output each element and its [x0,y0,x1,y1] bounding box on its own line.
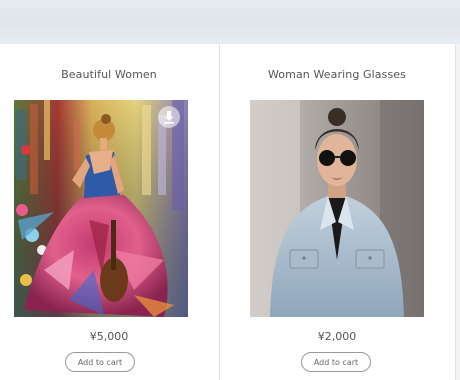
product-card: Woman Wearing Glasses ¥2,000 Add to cart [219,44,455,380]
product-price: ¥5,000 [89,330,129,343]
painting-woman-dancer-image [14,100,188,317]
product-card: Beautiful Women ¥5,000 Add to cart [0,44,227,380]
product-image[interactable] [250,100,424,317]
page-edge [456,44,460,380]
product-image[interactable] [14,100,188,317]
header-band [0,0,460,44]
add-to-cart-button[interactable]: Add to cart [65,352,135,372]
download-icon[interactable] [158,106,180,128]
product-title: Woman Wearing Glasses [267,68,407,81]
add-to-cart-button[interactable]: Add to cart [301,352,371,372]
photo-woman-sunglasses-image [250,100,424,317]
product-price: ¥2,000 [317,330,357,343]
product-title: Beautiful Women [61,68,157,81]
